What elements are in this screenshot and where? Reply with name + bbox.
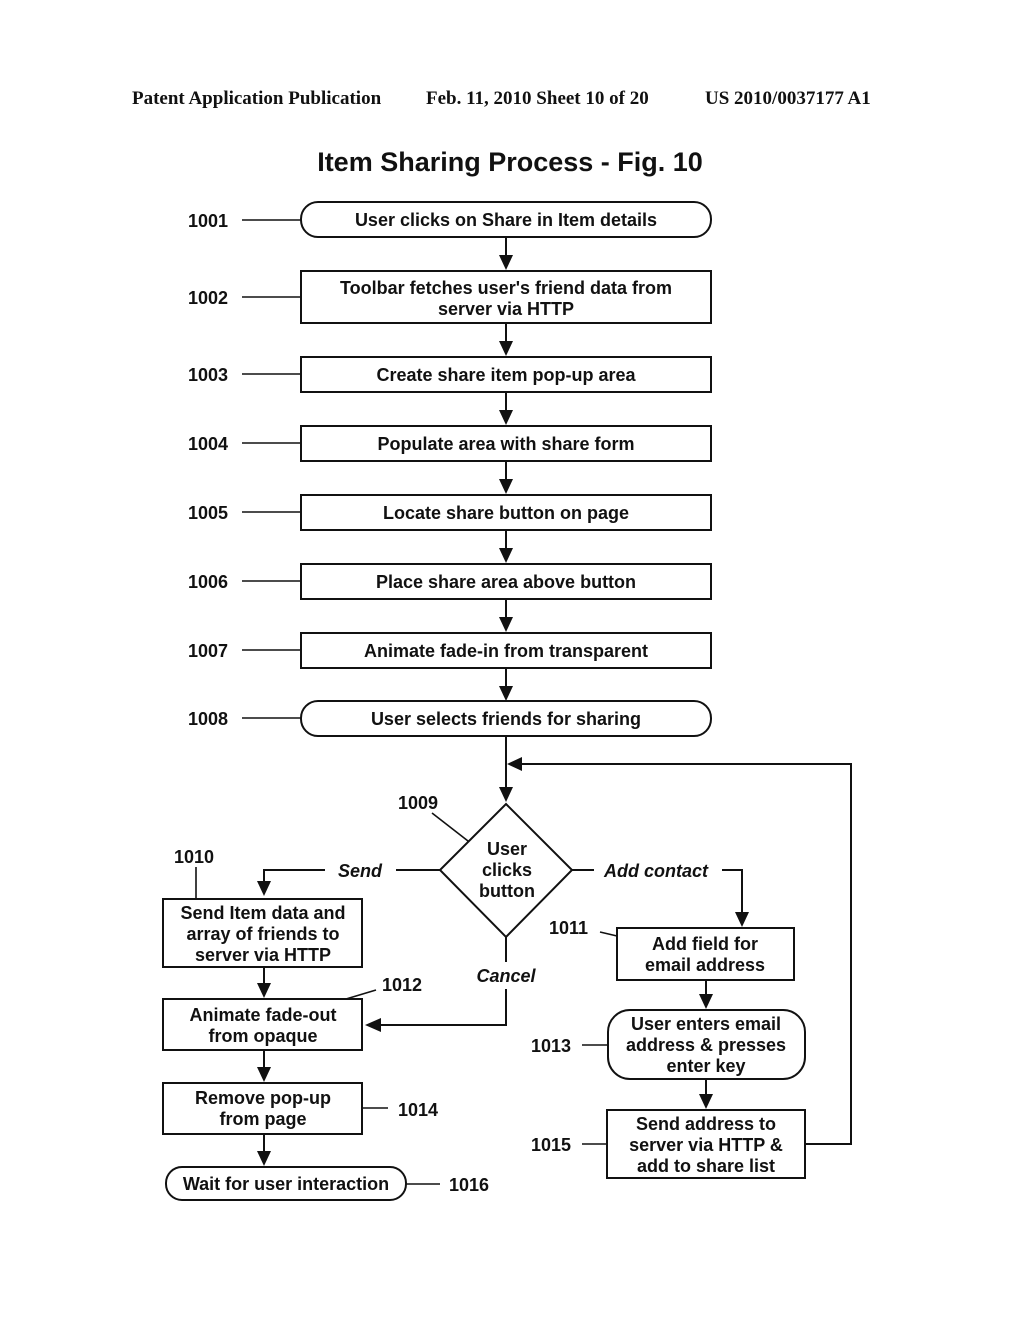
arrowhead-icon xyxy=(507,757,522,771)
node-text: email address xyxy=(645,955,765,975)
arrowhead-icon xyxy=(499,617,513,632)
figure-title: Item Sharing Process - Fig. 10 xyxy=(317,147,703,177)
arrowhead-icon xyxy=(735,912,749,927)
arrowhead-icon xyxy=(257,983,271,998)
node-text: button xyxy=(479,881,535,901)
arrowhead-icon xyxy=(499,341,513,356)
arrowhead-icon xyxy=(365,1018,381,1032)
ref-number: 1008 xyxy=(188,709,228,729)
ref-number: 1014 xyxy=(398,1100,438,1120)
node-text: from page xyxy=(219,1109,306,1129)
node-text: server via HTTP xyxy=(438,299,574,319)
arrowhead-icon xyxy=(499,479,513,494)
node-text: Send address to xyxy=(636,1114,776,1134)
edge-label-add-contact: Add contact xyxy=(603,861,709,881)
ref-number: 1016 xyxy=(449,1175,489,1195)
node-text: Send Item data and xyxy=(180,903,345,923)
arrowhead-icon xyxy=(499,255,513,270)
ref-number: 1009 xyxy=(398,793,438,813)
node-text: clicks xyxy=(482,860,532,880)
node-1016: Wait for user interaction 1016 xyxy=(165,1166,489,1201)
node-text: Animate fade-in from transparent xyxy=(364,641,648,661)
arrowhead-icon xyxy=(699,1094,713,1109)
ref-number: 1011 xyxy=(549,918,588,938)
edge-send-b xyxy=(263,869,325,884)
ref-number: 1012 xyxy=(382,975,422,995)
node-1011: Add field for email address 1011 xyxy=(549,918,795,981)
node-text: Create share item pop-up area xyxy=(376,365,636,385)
node-text: add to share list xyxy=(637,1156,775,1176)
arrowhead-icon xyxy=(499,686,513,701)
node-text: server via HTTP & xyxy=(629,1135,783,1155)
edge-add-b xyxy=(722,869,743,915)
ref-number: 1003 xyxy=(188,365,228,385)
node-1014: Remove pop-up from page 1014 xyxy=(162,1082,438,1135)
ref-number: 1015 xyxy=(531,1135,571,1155)
node-1013: User enters email address & presses ente… xyxy=(531,1009,806,1080)
arrowhead-icon xyxy=(499,787,513,802)
node-text: Wait for user interaction xyxy=(183,1174,389,1194)
edge-label-cancel: Cancel xyxy=(476,966,536,986)
node-text: array of friends to xyxy=(186,924,339,944)
node-text: Place share area above button xyxy=(376,572,636,592)
ref-number: 1013 xyxy=(531,1036,571,1056)
arrowhead-icon xyxy=(499,410,513,425)
arrowhead-icon xyxy=(699,994,713,1009)
node-text: enter key xyxy=(666,1056,745,1076)
node-1009: User clicks button 1009 xyxy=(398,793,574,939)
arrowhead-icon xyxy=(257,1067,271,1082)
ref-number: 1010 xyxy=(174,847,214,867)
node-text: User enters email xyxy=(631,1014,781,1034)
node-text: Animate fade-out xyxy=(189,1005,336,1025)
ref-number: 1004 xyxy=(188,434,228,454)
node-1012: Animate fade-out from opaque 1012 xyxy=(162,975,422,1051)
ref-number: 1001 xyxy=(188,211,228,231)
node-1015: Send address to server via HTTP & add to… xyxy=(531,1109,806,1179)
node-text: User clicks on Share in Item details xyxy=(355,210,657,230)
ref-number: 1007 xyxy=(188,641,228,661)
flowchart: Item Sharing Process - Fig. 10 Send Add … xyxy=(162,147,852,1201)
node-text: Populate area with share form xyxy=(377,434,634,454)
ref-number: 1005 xyxy=(188,503,228,523)
node-text: User selects friends for sharing xyxy=(371,709,641,729)
arrowhead-icon xyxy=(257,1151,271,1166)
arrowhead-icon xyxy=(499,548,513,563)
ref-number: 1006 xyxy=(188,572,228,592)
node-text: server via HTTP xyxy=(195,945,331,965)
ref-number: 1002 xyxy=(188,288,228,308)
node-text: Toolbar fetches user's friend data from xyxy=(340,278,672,298)
edge-label-send: Send xyxy=(338,861,383,881)
node-text: Remove pop-up xyxy=(195,1088,331,1108)
node-text: address & presses xyxy=(626,1035,786,1055)
node-text: Locate share button on page xyxy=(383,503,629,523)
node-text: Add field for xyxy=(652,934,758,954)
node-text: User xyxy=(487,839,527,859)
node-text: from opaque xyxy=(208,1026,317,1046)
node-1010: Send Item data and array of friends to s… xyxy=(162,847,363,968)
arrowhead-icon xyxy=(257,881,271,896)
